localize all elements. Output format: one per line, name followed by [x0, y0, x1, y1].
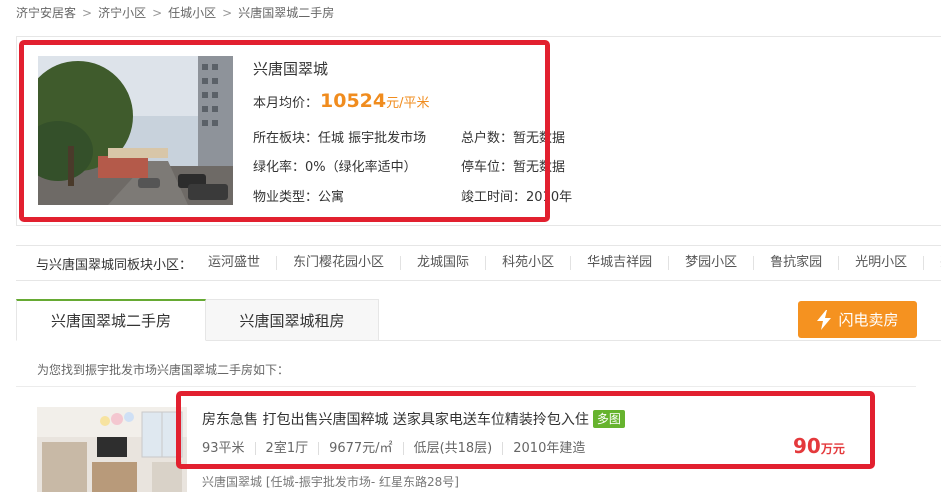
quick-sell-button[interactable]: 闪电卖房: [798, 301, 917, 338]
community-photo[interactable]: [38, 56, 233, 205]
nearby-community-link[interactable]: 鲁抗家园: [753, 256, 838, 270]
listing-attributes: 93平米 2室1厅 9677元/㎡ 低层(共18层) 2010年建造: [202, 442, 595, 455]
breadcrumb-item-city[interactable]: 济宁安居客: [16, 4, 76, 21]
district-field: 所在板块：任城 振宇批发市场: [253, 127, 426, 146]
listing-unit-price: 9677元/㎡: [318, 442, 402, 455]
result-summary: 为您找到振宇批发市场兴唐国翠城二手房如下：: [37, 363, 290, 377]
average-price-value: 10524: [320, 90, 387, 112]
parking-field: 停车位：暂无数据: [461, 156, 565, 175]
property-type-field: 物业类型：公寓: [253, 186, 344, 205]
breadcrumb-item-communities[interactable]: 济宁小区: [98, 4, 146, 21]
tab-rental[interactable]: 兴唐国翠城租房: [206, 299, 379, 341]
listing-price-unit: 万元: [820, 442, 845, 456]
listing-price: 90 万元: [793, 434, 845, 458]
breadcrumb-separator: >: [152, 5, 163, 20]
district-value[interactable]: 任城 振宇批发市场: [318, 131, 426, 146]
breadcrumb-separator: >: [222, 5, 233, 20]
average-price-row: 本月均价： 10524 元/平米: [253, 90, 430, 112]
district-label: 所在板块：: [253, 131, 319, 146]
breadcrumb: 济宁安居客 > 济宁小区 > 任城小区 > 兴唐国翠城二手房: [16, 4, 334, 21]
listing-price-value: 90: [793, 434, 821, 458]
listing-layout: 2室1厅: [254, 442, 319, 455]
property-type-label: 物业类型：: [253, 190, 319, 205]
green-rate-value: 0%（绿化率适中）: [305, 160, 417, 175]
parking-label: 停车位：: [461, 160, 514, 175]
total-units-value: 暂无数据: [513, 131, 566, 146]
nearby-community-link[interactable]: 科苑小区: [485, 256, 570, 270]
tab-second-hand[interactable]: 兴唐国翠城二手房: [16, 299, 206, 341]
nearby-community-link[interactable]: 龙城国际: [400, 256, 485, 270]
multi-image-badge: 多图: [592, 410, 625, 428]
green-rate-field: 绿化率：0%（绿化率适中）: [253, 156, 417, 175]
nearby-community-link[interactable]: 东门樱花园小区: [276, 256, 400, 270]
listing-floor: 低层(共18层): [402, 442, 503, 455]
property-type-value: 公寓: [318, 190, 345, 205]
average-price-label: 本月均价：: [253, 96, 319, 111]
completion-label: 竣工时间：: [461, 190, 527, 205]
annotation-highlight-box: [176, 391, 875, 469]
green-rate-label: 绿化率：: [253, 160, 306, 175]
listing-address[interactable]: 兴唐国翠城 [任城-振宇批发市场- 红星东路28号]: [202, 473, 459, 490]
nearby-community-link[interactable]: 梦园小区: [668, 256, 753, 270]
listing-photo[interactable]: [37, 407, 187, 492]
lightning-icon: [817, 309, 832, 330]
community-name[interactable]: 兴唐国翠城: [253, 58, 328, 79]
breadcrumb-item-current: 兴唐国翠城二手房: [238, 6, 335, 20]
completion-value: 2010年: [526, 190, 573, 205]
listing-title-row: 房东急售 打包出售兴唐国粹城 送家具家电送车位精装拎包入住 多图: [202, 409, 625, 429]
divider: [16, 386, 916, 387]
parking-value: 暂无数据: [513, 160, 566, 175]
nearby-communities-label: 与兴唐国翠城同板块小区：: [36, 257, 193, 273]
average-price-unit: 元/平米: [386, 96, 430, 111]
nearby-community-link[interactable]: 光明小区: [838, 256, 923, 270]
listing-area: 93平米: [202, 441, 245, 456]
listing-title[interactable]: 房东急售 打包出售兴唐国粹城 送家具家电送车位精装拎包入住: [202, 409, 589, 429]
nearby-community-link[interactable]: 兴: [923, 256, 941, 270]
breadcrumb-item-district[interactable]: 任城小区: [168, 4, 216, 21]
listing-build-year: 2010年建造: [502, 442, 595, 455]
total-units-field: 总户数：暂无数据: [461, 127, 565, 146]
nearby-communities-bar: 与兴唐国翠城同板块小区： 运河盛世 东门樱花园小区 龙城国际 科苑小区 华城吉祥…: [16, 245, 941, 281]
total-units-label: 总户数：: [461, 131, 514, 146]
nearby-community-link[interactable]: 华城吉祥园: [570, 256, 668, 270]
breadcrumb-separator: >: [82, 5, 93, 20]
quick-sell-label: 闪电卖房: [838, 311, 899, 329]
completion-field: 竣工时间：2010年: [461, 186, 572, 205]
nearby-community-link[interactable]: 运河盛世: [208, 256, 276, 270]
